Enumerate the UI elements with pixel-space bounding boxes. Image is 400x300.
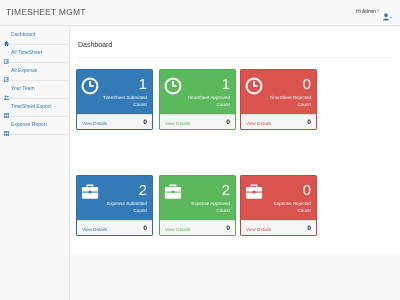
- panel-footer[interactable]: View Details 0: [160, 220, 235, 235]
- panel-footer[interactable]: View Details 0: [241, 220, 316, 235]
- sidebar-item-all-expense[interactable]: All Expense: [0, 63, 70, 83]
- edit-icon: [3, 51, 9, 65]
- panel-heading: 0 Expense Rejected Count!: [241, 176, 316, 220]
- panel-caption: TimeSheet Approved Count!: [187, 95, 230, 107]
- panel-heading: 0 TimeSheet Rejected Count!: [241, 70, 316, 114]
- panel-heading: 1 TimeSheet Submitted Count!: [77, 70, 152, 114]
- user-greeting: Hi Admin !: [356, 9, 379, 15]
- view-details-link[interactable]: View Details: [82, 227, 107, 232]
- page-title: Dashboard: [78, 42, 113, 49]
- panel-footer[interactable]: View Details 0: [77, 220, 152, 235]
- panel-heading: 2 Expense Approved Count!: [160, 176, 235, 220]
- briefcase-icon: [245, 183, 263, 201]
- panel-caption: Expense Approved Count!: [191, 201, 230, 213]
- view-details-link[interactable]: View Details: [82, 121, 107, 126]
- sidebar-item-label: Expense Report: [11, 122, 47, 128]
- panel-count: 0: [302, 76, 311, 93]
- footer-count: 0: [307, 119, 311, 126]
- panel-caption: Expense Submitted Count!: [107, 201, 147, 213]
- panel-caption: Expense Rejected Count!: [273, 201, 311, 213]
- footer-count: 0: [143, 119, 147, 126]
- user-icon[interactable]: [383, 8, 392, 21]
- panel-caption: TimeSheet Rejected Count!: [269, 95, 311, 107]
- clock-icon: [164, 77, 182, 95]
- footer-count: 0: [143, 225, 147, 232]
- sidebar-item-all-timesheet[interactable]: All TimeSheet: [0, 45, 70, 65]
- timesheet-submitted-panel: 1 TimeSheet Submitted Count! View Detail…: [76, 69, 153, 130]
- view-details-link[interactable]: View Details: [165, 227, 190, 232]
- sidebar-item-your-team[interactable]: Your Team: [0, 81, 70, 100]
- view-details-link[interactable]: View Details: [165, 121, 190, 126]
- panel-footer[interactable]: View Details 0: [77, 114, 152, 129]
- top-navbar: TIMESHEET MGMT Hi Admin !: [0, 0, 400, 26]
- briefcase-icon: [164, 183, 182, 201]
- view-details-link[interactable]: View Details: [246, 227, 271, 232]
- panel-count: 2: [138, 182, 147, 199]
- footer-count: 0: [226, 119, 230, 126]
- sidebar-item-label: Dashboard: [11, 32, 36, 38]
- briefcase-icon: [81, 183, 99, 201]
- edit-icon: [3, 69, 9, 83]
- view-details-link[interactable]: View Details: [246, 121, 271, 126]
- panel-caption: TimeSheet Submitted Count!: [102, 95, 147, 107]
- sidebar-item-label: All Expense: [11, 68, 38, 74]
- expense-approved-panel: 2 Expense Approved Count! View Details 0: [159, 175, 236, 236]
- panel-count: 1: [221, 76, 230, 93]
- panel-count: 1: [138, 76, 147, 93]
- sidebar-item-label: Your Team: [11, 86, 35, 92]
- clock-icon: [245, 77, 263, 95]
- home-icon: [4, 33, 9, 46]
- sidebar-item-expense-report[interactable]: Expense Report: [0, 117, 70, 137]
- panel-footer[interactable]: View Details 0: [160, 114, 235, 129]
- brand-title[interactable]: TIMESHEET MGMT: [6, 7, 86, 17]
- panel-count: 0: [302, 182, 311, 199]
- clock-icon: [81, 77, 99, 95]
- table-icon: [3, 123, 10, 137]
- table-icon: [3, 105, 10, 119]
- timesheet-approved-panel: 1 TimeSheet Approved Count! View Details…: [159, 69, 236, 130]
- sidebar-item-label: TimeSheet Export: [11, 104, 51, 110]
- expense-rejected-panel: 0 Expense Rejected Count! View Details 0: [240, 175, 317, 236]
- title-divider: [78, 57, 391, 58]
- main-content: Dashboard 1 TimeSheet Submitted Count! V…: [71, 27, 400, 255]
- panel-footer[interactable]: View Details 0: [241, 114, 316, 129]
- team-icon: [4, 87, 9, 100]
- panel-count: 2: [221, 182, 230, 199]
- timesheet-rejected-panel: 0 TimeSheet Rejected Count! View Details…: [240, 69, 317, 130]
- sidebar-item-label: All TimeSheet: [11, 50, 42, 56]
- footer-count: 0: [226, 225, 230, 232]
- sidebar-item-timesheet-export[interactable]: TimeSheet Export: [0, 99, 70, 119]
- footer-count: 0: [307, 225, 311, 232]
- panel-heading: 2 Expense Submitted Count!: [77, 176, 152, 220]
- panel-heading: 1 TimeSheet Approved Count!: [160, 70, 235, 114]
- sidebar: Dashboard All TimeSheet All Expense Your…: [0, 27, 70, 300]
- sidebar-item-dashboard[interactable]: Dashboard: [0, 27, 70, 46]
- expense-submitted-panel: 2 Expense Submitted Count! View Details …: [76, 175, 153, 236]
